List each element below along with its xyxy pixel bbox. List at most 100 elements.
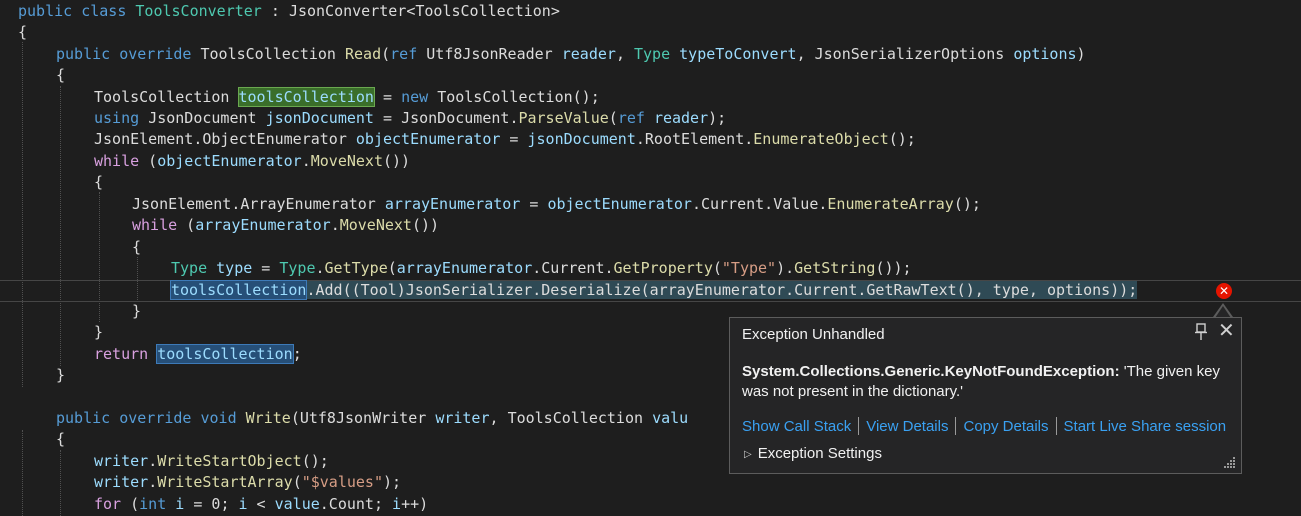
resize-grip-icon[interactable] [1224,457,1236,469]
pin-icon[interactable] [1194,323,1210,341]
code-line[interactable]: public class ToolsConverter : JsonConver… [18,1,560,22]
code-line[interactable]: return toolsCollection; [94,344,302,365]
method-name: Read [345,45,382,63]
member-access: .Count; [319,495,393,513]
punctuation: , [615,45,634,63]
code-line-exception[interactable]: toolsCollection.Add((Tool)JsonSerializer… [169,280,1138,301]
highlighted-identifier[interactable]: toolsCollection [169,280,308,300]
view-details-link[interactable]: View Details [866,418,948,435]
variable: writer [94,473,149,491]
variable: i [392,495,402,513]
punctuation: . [148,473,158,491]
variable: objectEnumerator [355,130,501,148]
type-name: ArrayEnumerator [240,195,376,213]
code-line[interactable]: } [94,322,103,343]
keyword: while [94,152,140,170]
punctuation: ()) [411,216,440,234]
punctuation: ( [121,495,140,513]
punctuation: (); [888,130,916,148]
keyword: for [94,495,122,513]
code-line[interactable]: using JsonDocument jsonDocument = JsonDo… [94,108,726,129]
member-access: .Current.Value. [691,195,828,213]
keyword: override [119,409,192,427]
punctuation: , [489,409,508,427]
punctuation: . [301,152,311,170]
code-line[interactable]: public override void Write(Utf8JsonWrite… [56,408,688,429]
type-name: JsonDocument [148,109,257,127]
punctuation: ( [381,45,391,63]
link-separator [1055,417,1057,435]
method-name: GetProperty [613,259,713,277]
code-line[interactable]: public override ToolsCollection Read(ref… [56,44,1086,65]
parameter: writer [435,409,490,427]
string-literal: "$values" [301,473,383,491]
copy-details-link[interactable]: Copy Details [963,418,1048,435]
code-line[interactable]: ToolsCollection toolsCollection = new To… [94,87,600,108]
code-line[interactable]: } [56,365,65,386]
method-name: Write [245,409,291,427]
code-line[interactable]: writer.WriteStartObject(); [94,451,329,472]
code-line[interactable]: JsonElement.ArrayEnumerator arrayEnumera… [132,194,981,215]
highlighted-identifier[interactable]: toolsCollection [156,344,294,364]
type-name: ToolsCollection [507,409,644,427]
keyword: override [119,45,192,63]
brace: } [56,366,66,384]
punctuation: ( [177,216,196,234]
exception-settings-toggle[interactable]: ▷ Exception Settings [744,445,882,462]
type-name: ToolsCollection [437,88,573,106]
show-call-stack-link[interactable]: Show Call Stack [742,418,851,435]
error-icon[interactable]: ✕ [1216,283,1232,299]
pin-icon-graphic [1195,323,1207,340]
variable: jsonDocument [527,130,636,148]
variable: writer [94,452,149,470]
method-name: EnumerateObject [753,130,889,148]
operator: = [500,130,528,148]
type-name: JsonDocument [401,109,510,127]
parameter: typeToConvert [679,45,797,63]
operator: = [184,495,212,513]
brace: { [132,238,142,256]
exception-actions: Show Call Stack View Details Copy Details S… [742,417,1226,435]
code-line[interactable]: writer.WriteStartArray("$values"); [94,472,401,493]
operator: = [373,88,402,106]
punctuation: . [330,216,340,234]
method-name: GetType [324,259,388,277]
punctuation: ( [290,409,300,427]
punctuation: ()) [383,152,411,170]
code-line[interactable]: { [18,22,27,43]
code-line[interactable]: { [94,172,103,193]
type-name: JsonElement [94,130,194,148]
indent-guide [22,42,23,387]
variable: objectEnumerator [547,195,692,213]
highlighted-identifier[interactable]: toolsCollection [237,87,375,107]
type-name: JsonSerializerOptions [814,45,1005,63]
expand-triangle-icon: ▷ [744,449,752,460]
code-line[interactable]: { [56,429,65,450]
code-line[interactable]: } [132,301,141,322]
punctuation: (); [301,452,329,470]
brace: { [18,23,28,41]
code-line[interactable]: Type type = Type.GetType(arrayEnumerator… [171,258,912,279]
live-share-link[interactable]: Start Live Share session [1064,418,1227,435]
code-line[interactable]: while (arrayEnumerator.MoveNext()) [132,215,439,236]
parameter: valu [652,409,689,427]
code-line[interactable]: { [56,65,65,86]
punctuation: (); [953,195,981,213]
keyword: class [81,2,127,20]
type-name: Type [171,259,208,277]
operator: ++) [401,495,429,513]
exception-popup: Exception Unhandled ✕ System.Collections… [729,317,1242,474]
code-line[interactable]: JsonElement.ObjectEnumerator objectEnume… [94,129,916,150]
code-line[interactable]: for (int i = 0; i < value.Count; i++) [94,494,428,515]
type-name: ObjectEnumerator [202,130,347,148]
code-line[interactable]: while (objectEnumerator.MoveNext()) [94,151,410,172]
punctuation: ; [292,345,302,363]
keyword: return [94,345,149,363]
keyword: int [139,495,167,513]
close-icon[interactable]: ✕ [1218,321,1236,341]
method-name: GetString [794,259,876,277]
code-line[interactable]: { [132,237,141,258]
punctuation: . [315,259,325,277]
member-access: .RootElement. [635,130,754,148]
indent-guide [99,192,100,322]
